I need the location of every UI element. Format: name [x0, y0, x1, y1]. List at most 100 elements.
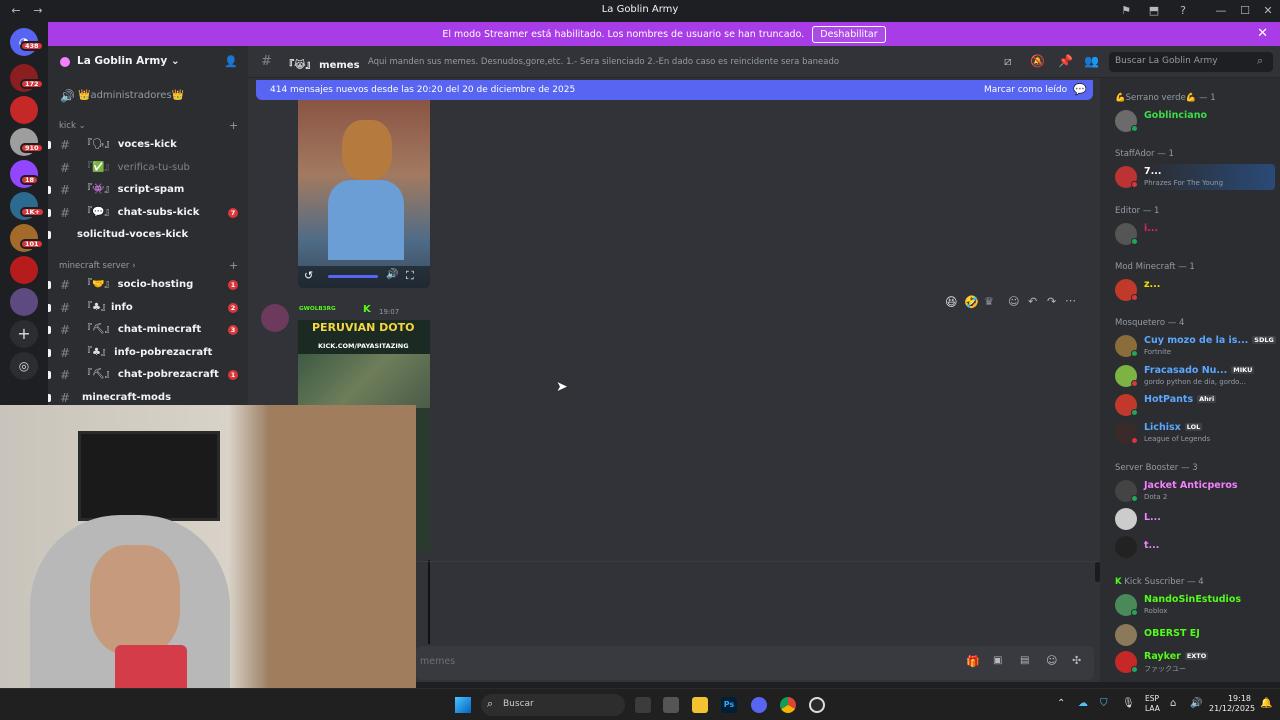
member-item[interactable]: Jacket Anticperos Dota 2 [1115, 478, 1275, 504]
member-item[interactable]: NandoSinEstudios Roblox [1115, 592, 1275, 618]
inbox-icon[interactable]: ⚑ [1118, 3, 1134, 19]
member-item[interactable]: OBERST EJ [1115, 622, 1275, 648]
channel-topic[interactable]: Aqui manden sus memes. Desnudos,gore,etc… [368, 57, 839, 67]
member-item[interactable]: i... [1115, 221, 1275, 247]
app-icon[interactable] [663, 697, 679, 713]
tray-expand-icon[interactable]: ⌃ [1057, 698, 1065, 709]
language-indicator[interactable]: ESP LAA [1145, 694, 1160, 714]
channel-chat-pobrezacraft[interactable]: # 『⛏』 chat-pobrezacraft 1 [48, 365, 248, 385]
add-reaction-icon[interactable]: ☺ [1008, 295, 1019, 308]
threads-icon[interactable]: ⧄ [1004, 54, 1012, 69]
mention-count: 7 [228, 208, 238, 218]
volume-icon[interactable]: 🔊 [386, 269, 398, 280]
close-banner-icon[interactable]: ✕ [1257, 26, 1268, 41]
channel-chat-minecraft[interactable]: # 『⛏』 chat-minecraft 3 [48, 320, 248, 340]
explore-icon[interactable]: ◎ [10, 352, 38, 380]
category-kick[interactable]: kick ⌄ + [59, 119, 238, 132]
video-attachment[interactable]: ↺ 🔊 ⛶ [298, 100, 430, 288]
download-icon[interactable]: ⬒ [1146, 3, 1162, 19]
channel-administradores[interactable]: 🔊 👑administradores👑 [48, 86, 248, 106]
invite-icon[interactable]: 👤 [224, 55, 238, 68]
member-item[interactable]: HotPants Ahri [1115, 392, 1275, 418]
help-icon[interactable]: ? [1175, 3, 1191, 19]
message-author[interactable]: ᴳᵂᴼᴸᴮ³ᴿᴳ [299, 306, 336, 316]
member-item[interactable]: Rayker EXTO ファックユー [1115, 649, 1275, 675]
member-item[interactable]: L... [1115, 506, 1275, 532]
member-item[interactable]: 7... Phrazes For The Young [1115, 164, 1275, 190]
server-icon[interactable] [10, 96, 38, 124]
add-channel-icon[interactable]: + [229, 119, 238, 132]
channel-solicitud-voces-kick[interactable]: solicitud-voces-kick [48, 225, 248, 245]
channel-verifica-tu-sub[interactable]: # 『✅』 verifica-tu-sub [48, 158, 248, 178]
moose-image [342, 120, 392, 180]
fullscreen-icon[interactable]: ⛶ [406, 269, 414, 283]
emoji-icon[interactable]: ☺ [1046, 654, 1057, 667]
volume-icon[interactable]: 🔊 [1190, 698, 1202, 709]
guild-badge: 1K+ [20, 207, 46, 217]
channel-socio-hosting[interactable]: # 『🤝』 socio-hosting 1 [48, 275, 248, 295]
forward-icon[interactable]: ↷ [1047, 295, 1056, 308]
member-item[interactable]: Fracasado Nu... MIKU gordo python de día, … [1115, 363, 1275, 389]
clock[interactable]: 19:18 21/12/2025 [1209, 694, 1255, 714]
mention-count: 1 [228, 370, 238, 380]
new-messages-bar[interactable]: 414 mensajes nuevos desde las 20:20 del … [256, 80, 1093, 100]
reaction-icon[interactable]: 😆 [945, 295, 958, 309]
replay-icon[interactable]: ↺ [304, 269, 313, 282]
add-server-icon[interactable]: + [10, 320, 38, 348]
reply-icon[interactable]: ↶ [1028, 295, 1037, 308]
tray-icon[interactable]: ☁ [1078, 698, 1088, 709]
member-item[interactable]: Cuy mozo de la is... SDLG Fortnite [1115, 333, 1276, 359]
more-icon[interactable]: ⋯ [1065, 294, 1076, 307]
network-icon[interactable]: ⌂ [1170, 698, 1176, 709]
gif-icon[interactable]: ▣ [993, 655, 1002, 666]
mute-bell-icon[interactable]: 🔕 [1030, 54, 1045, 68]
channel-header: # 『😹』 memes Aqui manden sus memes. Desnu… [248, 46, 1280, 78]
channel-info[interactable]: # 『♣』info 2 [48, 298, 248, 318]
task-view-icon[interactable] [635, 697, 651, 713]
channel-info-pobrezacraft[interactable]: # 『♣』 info-pobrezacraft [48, 343, 248, 363]
gift-icon[interactable]: 🎁 [966, 655, 980, 668]
message-composer[interactable]: memes 🎁 ▣ ▤ ☺ ✣ [416, 646, 1094, 680]
apps-icon[interactable]: ✣ [1072, 654, 1081, 667]
obs-icon[interactable] [809, 697, 825, 713]
maximize-icon[interactable]: ☐ [1237, 3, 1253, 19]
chrome-icon[interactable] [780, 697, 796, 713]
guild-badge: 438 [20, 41, 44, 51]
avatar[interactable] [261, 304, 289, 332]
reaction-icon[interactable]: ♛ [984, 295, 994, 308]
discord-icon[interactable] [751, 697, 767, 713]
channel-script-spam[interactable]: # 『👾』 script-spam [48, 180, 248, 200]
banner-text: El modo Streamer está habilitado. Los no… [442, 28, 805, 40]
member-item[interactable]: Lichisx LOL League of Legends [1115, 420, 1275, 446]
server-icon[interactable] [10, 288, 38, 316]
minimize-icon[interactable]: — [1213, 3, 1229, 19]
search-box[interactable]: Buscar La Goblin Army ⌕ [1109, 52, 1273, 72]
members-icon[interactable]: 👥 [1084, 54, 1099, 68]
close-window-icon[interactable]: ✕ [1260, 3, 1276, 19]
taskbar-search-input[interactable]: Buscar [503, 699, 534, 709]
member-item[interactable]: Goblinciano [1115, 108, 1275, 134]
photoshop-icon[interactable]: Ps [721, 697, 737, 713]
start-icon[interactable] [455, 697, 471, 713]
channel-voces-kick[interactable]: # 『🗣』 voces-kick [48, 135, 248, 155]
mark-read-button[interactable]: Marcar como leído [984, 80, 1067, 100]
disable-streamer-button[interactable]: Deshabilitar [812, 25, 886, 43]
server-name[interactable]: La Goblin Army ⌄ [77, 55, 180, 67]
pin-icon[interactable]: 📌 [1058, 54, 1073, 68]
category-minecraft-server[interactable]: minecraft server › + [59, 259, 238, 272]
sticker-icon[interactable]: ▤ [1020, 655, 1029, 666]
channel-chat-subs-kick[interactable]: # 『💬』 chat-subs-kick 7 [48, 203, 248, 223]
search-input[interactable]: Buscar La Goblin Army [1115, 56, 1218, 66]
taskbar-search[interactable]: ⌕ Buscar [481, 694, 625, 716]
add-channel-icon[interactable]: + [229, 259, 238, 272]
volume-slider[interactable] [328, 275, 378, 278]
reaction-icon[interactable]: 🤣 [964, 295, 979, 309]
message-input[interactable]: memes [420, 656, 455, 667]
tray-icon[interactable]: ⛉ [1100, 698, 1108, 709]
notifications-icon[interactable]: 🔔 [1260, 698, 1272, 709]
microphone-icon[interactable]: 🎙 [1122, 698, 1135, 709]
member-item[interactable]: z... [1115, 277, 1275, 303]
member-item[interactable]: t... [1115, 534, 1275, 560]
server-icon[interactable] [10, 256, 38, 284]
file-explorer-icon[interactable] [692, 697, 708, 713]
